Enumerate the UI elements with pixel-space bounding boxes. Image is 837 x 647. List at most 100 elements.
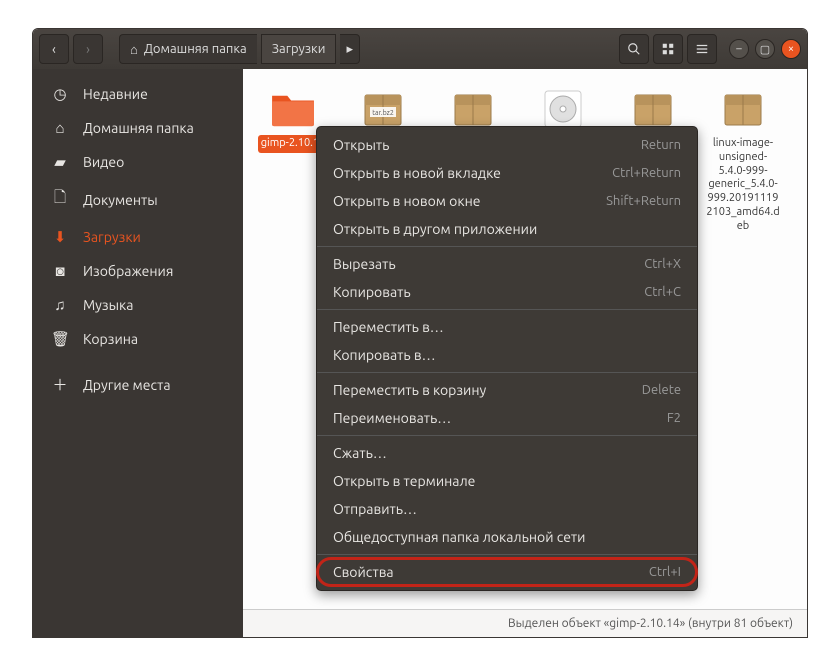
context-menu-item[interactable]: Вырезать Ctrl+X xyxy=(317,250,697,278)
sidebar-item-5[interactable]: ◙ Изображения xyxy=(33,254,243,288)
context-menu-label: Вырезать xyxy=(333,256,396,272)
context-menu-item[interactable]: Переименовать… F2 xyxy=(317,404,697,432)
context-menu-label: Открыть в новом окне xyxy=(333,193,480,209)
context-menu-shortcut: Return xyxy=(641,138,681,152)
svg-text:tar.bz2: tar.bz2 xyxy=(372,109,394,117)
breadcrumb-home[interactable]: ⌂ Домашняя папка xyxy=(119,34,257,64)
forward-button[interactable]: › xyxy=(73,34,103,64)
home-icon: ⌂ xyxy=(130,42,138,57)
context-menu-separator xyxy=(317,554,697,555)
context-menu-label: Общедоступная папка локальной сети xyxy=(333,529,585,545)
context-menu-separator xyxy=(317,309,697,310)
context-menu-shortcut: Ctrl+X xyxy=(644,257,681,271)
sidebar-item-7[interactable]: 🗑 Корзина xyxy=(33,322,243,356)
sidebar-item-label: Недавние xyxy=(83,86,148,102)
context-menu-shortcut: Delete xyxy=(642,383,681,397)
context-menu-item[interactable]: Открыть Return xyxy=(317,131,697,159)
sidebar-icon: 🗋 xyxy=(51,187,69,212)
sidebar: ◷Недавние ⌂ Домашняя папка ▰ Видео 🗋 Документы… xyxy=(33,69,243,637)
context-menu-item[interactable]: Открыть в терминале xyxy=(317,467,697,495)
context-menu-label: Открыть xyxy=(333,137,389,153)
maximize-button[interactable]: ▢ xyxy=(755,39,775,59)
context-menu-item[interactable]: Общедоступная папка локальной сети xyxy=(317,523,697,551)
sidebar-icon: ◙ xyxy=(51,262,69,280)
sidebar-item-label: Видео xyxy=(83,154,124,170)
context-menu-item[interactable]: Открыть в другом приложении xyxy=(317,215,697,243)
sidebar-item-label: Домашняя папка xyxy=(83,120,194,136)
context-menu-item[interactable]: Открыть в новой вкладке Ctrl+Return xyxy=(317,159,697,187)
context-menu-label: Переименовать… xyxy=(333,410,451,426)
context-menu-shortcut: Ctrl+Return xyxy=(612,166,681,180)
sidebar-icon: ⌂ xyxy=(51,119,69,137)
context-menu-label: Свойства xyxy=(333,564,394,580)
view-grid-button[interactable] xyxy=(653,34,683,64)
statusbar-text: Выделен объект «gimp-2.10.14» (внутри 81… xyxy=(508,617,793,630)
hamburger-menu-button[interactable] xyxy=(687,34,717,64)
sidebar-icon: ▰ xyxy=(51,153,69,171)
statusbar: Выделен объект «gimp-2.10.14» (внутри 81… xyxy=(243,609,807,637)
sidebar-item-3[interactable]: 🗋 Документы xyxy=(33,179,243,220)
context-menu-item[interactable]: Свойства Ctrl+I xyxy=(317,558,697,586)
sidebar-item-label: Документы xyxy=(83,192,158,208)
breadcrumb-current[interactable]: Загрузки xyxy=(261,34,337,64)
context-menu-item[interactable]: Копировать Ctrl+C xyxy=(317,278,697,306)
sidebar-item-4[interactable]: ⬇ Загрузки xyxy=(33,220,243,254)
close-button[interactable]: × xyxy=(781,39,801,59)
context-menu-label: Переместить в корзину xyxy=(333,382,486,398)
file-icon xyxy=(448,87,498,131)
sidebar-item-label: Изображения xyxy=(83,263,173,279)
context-menu-label: Открыть в другом приложении xyxy=(333,221,537,237)
sidebar-item-6[interactable]: ♫ Музыка xyxy=(33,288,243,322)
sidebar-item-0[interactable]: ◷Недавние xyxy=(33,77,243,111)
sidebar-icon: ⬇ xyxy=(51,228,69,246)
context-menu-item[interactable]: Сжать… xyxy=(317,439,697,467)
grid-icon xyxy=(661,42,675,56)
minimize-button[interactable]: – xyxy=(729,39,749,59)
context-menu-item[interactable]: Переместить в корзину Delete xyxy=(317,376,697,404)
file-item[interactable]: linux-image-unsigned-5.4.0-999-generic_5… xyxy=(703,87,783,235)
sidebar-item-label: Музыка xyxy=(83,297,133,313)
sidebar-icon: ＋ xyxy=(51,374,69,395)
context-menu-item[interactable]: Открыть в новом окне Shift+Return xyxy=(317,187,697,215)
search-button[interactable] xyxy=(619,34,649,64)
window-controls: – ▢ × xyxy=(729,39,801,59)
breadcrumb-expand[interactable]: ▸ xyxy=(340,34,360,64)
titlebar: ‹ › ⌂ Домашняя папка Загрузки ▸ – ▢ × xyxy=(33,29,807,69)
context-menu-separator xyxy=(317,435,697,436)
context-menu-item[interactable]: Копировать в… xyxy=(317,341,697,369)
file-icon xyxy=(538,87,588,131)
context-menu-shortcut: Ctrl+C xyxy=(644,285,681,299)
context-menu-label: Копировать xyxy=(333,284,411,300)
sidebar-item-8[interactable]: ＋ Другие места xyxy=(33,366,243,403)
context-menu-item[interactable]: Переместить в… xyxy=(317,313,697,341)
search-icon xyxy=(627,42,641,56)
context-menu-label: Открыть в новой вкладке xyxy=(333,165,501,181)
context-menu-item[interactable]: Отправить… xyxy=(317,495,697,523)
back-button[interactable]: ‹ xyxy=(39,34,69,64)
context-menu-label: Открыть в терминале xyxy=(333,473,475,489)
sidebar-icon: ♫ xyxy=(51,296,69,314)
file-icon: tar.bz2 xyxy=(358,87,408,131)
context-menu-shortcut: F2 xyxy=(667,411,681,425)
file-icon xyxy=(268,87,318,131)
context-menu-label: Сжать… xyxy=(333,445,387,461)
context-menu-label: Переместить в… xyxy=(333,319,444,335)
sidebar-item-label: Загрузки xyxy=(83,229,141,245)
breadcrumb-home-label: Домашняя папка xyxy=(144,42,247,56)
context-menu-shortcut: Shift+Return xyxy=(606,194,681,208)
context-menu-separator xyxy=(317,372,697,373)
context-menu: Открыть Return Открыть в новой вкладке Ctrl… xyxy=(316,126,698,591)
sidebar-icon: 🗑 xyxy=(51,330,69,348)
file-label: linux-image-unsigned-5.4.0-999-generic_5… xyxy=(703,135,783,235)
sidebar-item-2[interactable]: ▰ Видео xyxy=(33,145,243,179)
sidebar-item-1[interactable]: ⌂ Домашняя папка xyxy=(33,111,243,145)
sidebar-item-label: Корзина xyxy=(83,331,138,347)
breadcrumb-current-label: Загрузки xyxy=(272,42,326,56)
context-menu-label: Копировать в… xyxy=(333,347,436,363)
sidebar-item-label: Другие места xyxy=(83,377,171,393)
context-menu-shortcut: Ctrl+I xyxy=(649,565,681,579)
file-icon xyxy=(718,87,768,131)
context-menu-label: Отправить… xyxy=(333,501,417,517)
context-menu-separator xyxy=(317,246,697,247)
menu-icon xyxy=(695,42,709,56)
